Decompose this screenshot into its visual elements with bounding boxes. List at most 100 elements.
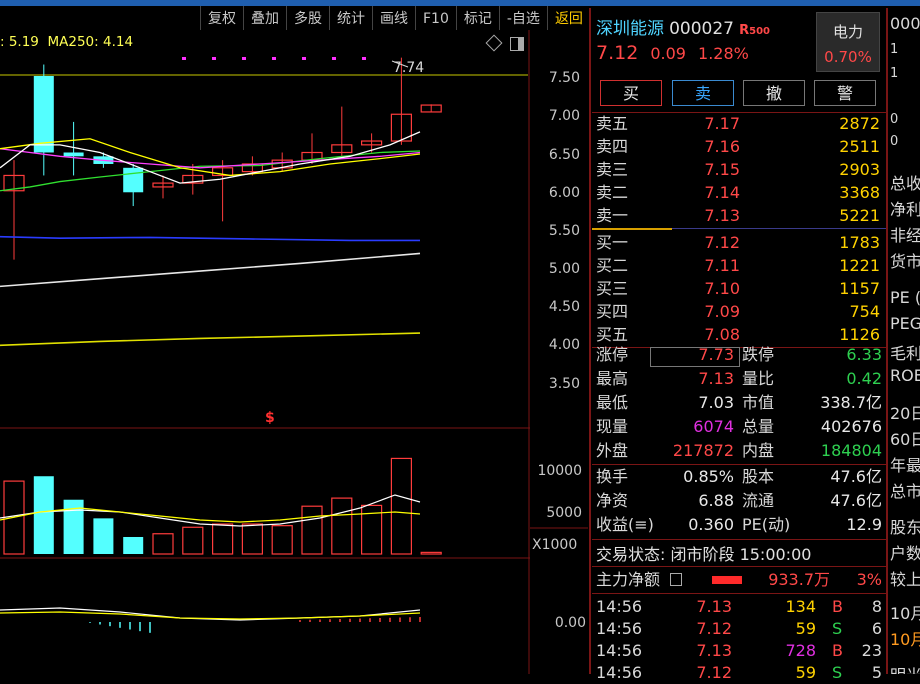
stat-label: 外盘 [596,441,629,460]
ask-row-4[interactable]: 卖四 7.16 2511 [596,135,880,158]
volume-bar [390,457,412,555]
tick-side: S [832,663,843,682]
stock-header: 深圳能源 000027 R500 [596,14,770,39]
side-text: 总收 [890,174,920,193]
stat-row: 外盘 217872 内盘 184804 [596,439,882,463]
ask-row-2[interactable]: 卖二 7.14 3368 [596,181,880,204]
volume-unit-label: X1000 [532,537,578,553]
stat-label: 现量 [596,417,629,436]
stat-row: 最高 7.13 量比 0.42 [596,367,882,391]
toolbar-f10-button[interactable]: F10 [415,6,456,30]
ask-volume: 3368 [839,183,880,202]
price-tick: 6.50 [548,147,580,163]
toolbar-draw-line-button[interactable]: 画线 [372,6,415,30]
tick-row: 14:56 7.13 134 B 8 [596,596,882,618]
volume-bar [241,523,263,555]
tick-price: 7.13 [696,597,732,616]
quote-panel: 深圳能源 000027 R500 电力 0.70% 7.12 0.09 1.28… [592,8,886,682]
price-tick: 5.50 [548,223,580,239]
alert-button[interactable]: 警 [814,80,876,106]
tick-volume: 59 [795,663,816,682]
ask-row-3[interactable]: 卖三 7.15 2903 [596,158,880,181]
price-tick: 7.50 [548,70,580,86]
price-tick: 5.00 [548,261,580,277]
toolbar-overlay-button[interactable]: 叠加 [243,6,286,30]
stat-row: 净资 6.88 流通 47.6亿 [596,489,882,513]
volume-tick: 10000 [537,463,582,479]
side-text: PE ( [890,288,920,307]
stat-row: 换手 0.85% 股本 47.6亿 [596,465,882,489]
side-text: 户数 [890,544,920,563]
sector-change: 0.70% [824,48,872,66]
price-change-pct: 1.28% [698,44,749,63]
bid-row-3[interactable]: 买三 7.10 1157 [596,277,880,300]
bid-volume: 1221 [839,256,880,275]
bid-row-4[interactable]: 买四 7.09 754 [596,300,880,323]
tick-side: B [832,641,843,660]
tick-volume: 134 [785,597,816,616]
ask-bid-ratio-bar [592,228,672,230]
tick-side: B [832,597,843,616]
volume-bar [271,525,293,555]
toolbar-fuquan-button[interactable]: 复权 [200,6,243,30]
buy-button[interactable]: 买 [600,80,662,106]
stat-label: 跌停 [742,345,775,364]
ask-row-1[interactable]: 卖一 7.13 5221 [596,204,880,227]
main-flow-label: 主力净额 [596,570,661,589]
stat-label: 最高 [596,369,629,388]
bid-volume: 754 [849,302,880,321]
main-flow-value: 933.7万 [768,570,830,589]
pe-value: 12.9 [846,515,882,534]
ask-price: 7.17 [704,114,740,133]
stat-label: 总量 [742,417,775,436]
stat-label: 净资 [596,491,629,510]
ask-price: 7.14 [704,183,740,202]
volume-bar [123,536,144,554]
bid-volume: 1783 [839,233,880,252]
ma20-line [0,148,421,169]
share-capital-value: 47.6亿 [830,467,882,486]
sell-button[interactable]: 卖 [672,80,734,106]
stock-name: 深圳能源 [596,19,664,39]
side-text: 净利 [890,200,920,219]
badge-letter: R [739,23,750,38]
toolbar-remove-watchlist-button[interactable]: -自选 [498,6,547,30]
window-toggle-icon[interactable] [510,37,524,51]
ask-row-5[interactable]: 卖五 7.17 2872 [596,112,880,135]
toolbar-back-button[interactable]: 返回 [546,6,590,30]
kline-chart[interactable] [0,30,588,674]
high-value: 7.13 [698,369,734,388]
eps-value: 0.360 [688,515,734,534]
bid-row-1[interactable]: 买一 7.12 1783 [596,231,880,254]
tick-volume: 728 [785,641,816,660]
sector-box[interactable]: 电力 0.70% [816,12,880,72]
list-icon[interactable] [670,573,682,586]
price-tick: 4.50 [548,299,580,315]
tick-row: 14:56 7.13 728 B 23 [596,640,882,662]
toolbar-statistics-button[interactable]: 统计 [329,6,372,30]
side-text: 000 [890,14,920,33]
side-text: PEG [890,314,920,333]
ask-price: 7.16 [704,137,740,156]
signal-dot [362,57,366,60]
stat-label: 收益(≡) [596,515,654,534]
side-text: 较上 [890,570,920,589]
toolbar-mark-button[interactable]: 标记 [455,6,499,30]
toolbar-multi-stock-button[interactable]: 多股 [286,6,329,30]
volume-ratio-value: 0.42 [846,369,882,388]
side-text: 60日 [890,430,920,449]
cancel-order-button[interactable]: 撤 [743,80,805,106]
main-flow-row[interactable]: 主力净额 933.7万 3% [596,568,882,592]
stat-row: 现量 6074 总量 402676 [596,415,882,439]
side-text: 非经 [890,226,920,245]
signal-dot [212,57,216,60]
candle-body [33,76,54,153]
volume-bar [212,523,234,555]
bid-row-2[interactable]: 买二 7.11 1221 [596,254,880,277]
trade-status: 交易状态: 闭市阶段 15:00:00 [596,545,812,564]
tick-time: 14:56 [596,619,643,638]
tick-row: 14:56 7.12 59 S 5 [596,662,882,684]
kline-chart-area[interactable] [0,30,588,674]
ask-volume: 2872 [839,114,880,133]
volume-tick: 5000 [546,505,582,521]
